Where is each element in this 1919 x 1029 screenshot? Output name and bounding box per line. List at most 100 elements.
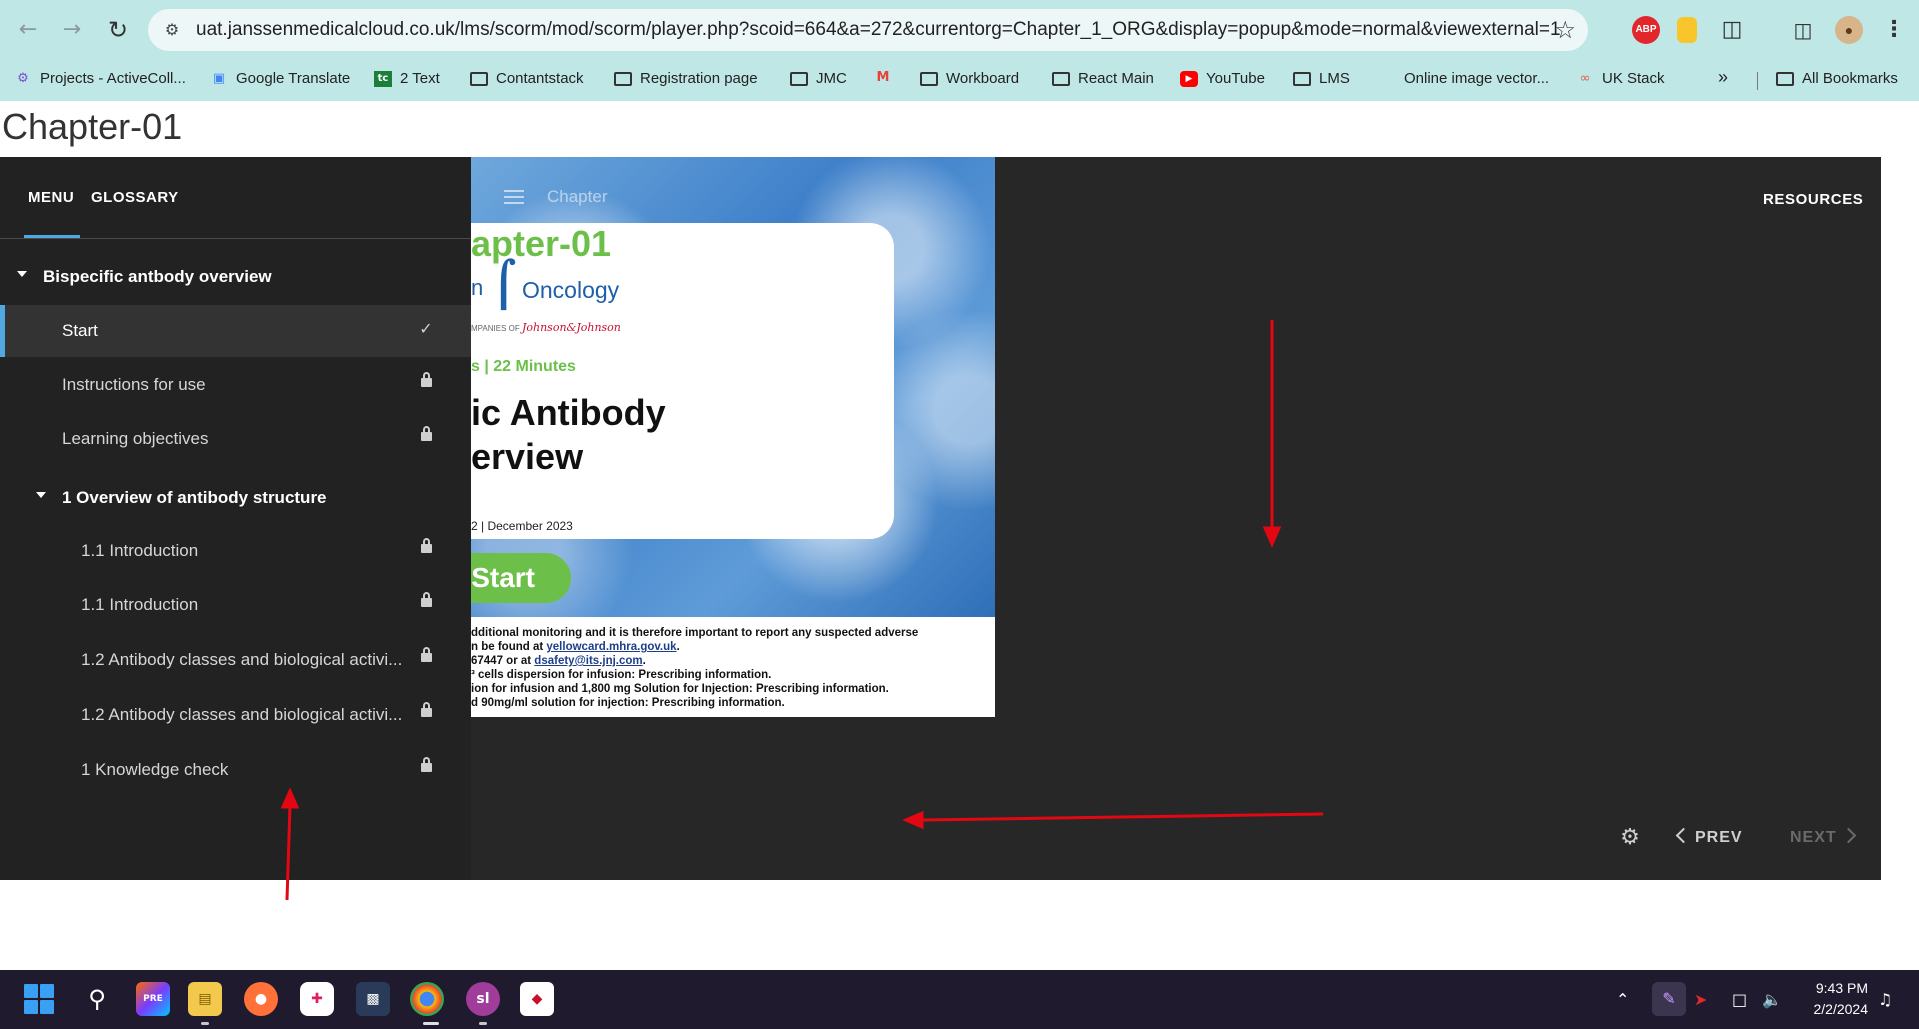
footer-line: n be found at yellowcard.mhra.gov.uk. xyxy=(471,641,680,653)
slide-header-label: Chapter xyxy=(547,187,608,206)
copilot-icon[interactable]: PRE xyxy=(136,982,170,1016)
tray-app-icon[interactable]: ➤ xyxy=(1694,990,1707,1009)
folder-icon xyxy=(790,71,808,86)
chevron-left-icon xyxy=(1675,827,1692,844)
address-bar[interactable]: ⚙ uat.janssenmedicalcloud.co.uk/lms/scor… xyxy=(148,9,1588,51)
search-icon[interactable]: ⚲ xyxy=(80,982,114,1016)
folder-icon xyxy=(614,71,632,86)
bookmark-2-text[interactable]: tc 2 Text xyxy=(374,70,440,87)
bookmark-youtube[interactable]: ▶ YouTube xyxy=(1180,70,1265,87)
notes-extension-icon[interactable] xyxy=(1677,17,1697,43)
caret-down-icon xyxy=(17,271,27,277)
windows-start-icon[interactable] xyxy=(24,984,54,1014)
scorm-player: MENU GLOSSARY Bispecific antbody overvie… xyxy=(0,157,1881,880)
tab-menu[interactable]: MENU xyxy=(28,189,74,206)
menu-item-label: Start xyxy=(62,321,98,340)
lock-icon xyxy=(421,592,432,607)
menu-subitem-1-1[interactable]: 1.1 Introduction xyxy=(0,525,471,577)
site-settings-icon[interactable]: ⚙ xyxy=(160,18,184,42)
bookmark-uk-stack[interactable]: ∞ UK Stack xyxy=(1576,70,1665,87)
slack-icon[interactable]: ✚ xyxy=(300,982,334,1016)
prev-button[interactable]: PREV xyxy=(1675,827,1743,847)
notification-bell-icon[interactable]: ♫ xyxy=(1878,990,1892,1009)
yellowcard-link[interactable]: yellowcard.mhra.gov.uk xyxy=(546,641,676,653)
janssen-logo-icon: ⌠ xyxy=(491,259,517,310)
forward-arrow-icon[interactable]: → xyxy=(56,14,88,46)
tab-glossary[interactable]: GLOSSARY xyxy=(91,189,179,206)
volume-icon[interactable]: 🔈 xyxy=(1762,990,1782,1009)
menu-item-label: Learning objectives xyxy=(62,429,209,448)
remote-desktop-icon[interactable]: ▩ xyxy=(356,982,390,1016)
youtube-icon: ▶ xyxy=(1180,70,1198,87)
stack-icon: ∞ xyxy=(1579,70,1591,86)
adblock-extension-icon[interactable]: ABP xyxy=(1632,16,1660,44)
extensions-puzzle-icon[interactable]: ◫ xyxy=(1718,16,1746,44)
bookmark-all-bookmarks[interactable]: All Bookmarks xyxy=(1776,70,1898,87)
bookmark-google-translate[interactable]: ▣ Google Translate xyxy=(210,70,350,87)
lock-icon xyxy=(421,426,432,441)
network-icon[interactable]: □ xyxy=(1732,990,1747,1009)
bookmark-registration-page[interactable]: Registration page xyxy=(614,70,758,87)
bookmark-lms[interactable]: LMS xyxy=(1293,70,1350,87)
menu-section-header[interactable]: Bispecific antbody overview xyxy=(0,251,471,303)
menu-subsection-header[interactable]: 1 Overview of antibody structure xyxy=(0,472,471,524)
firefox-icon[interactable]: ● xyxy=(244,982,278,1016)
logo-partial-text: n xyxy=(471,275,484,300)
lock-icon xyxy=(421,757,432,772)
bookmark-contantstack[interactable]: Contantstack xyxy=(470,70,584,87)
resources-button[interactable]: RESOURCES xyxy=(1763,191,1863,208)
slide-footer-disclaimer: dditional monitoring and it is therefore… xyxy=(471,619,995,717)
clock-date[interactable]: 2/2/2024 xyxy=(1796,1001,1869,1017)
url-text[interactable]: uat.janssenmedicalcloud.co.uk/lms/scorm/… xyxy=(196,19,1561,41)
profile-avatar[interactable]: ● xyxy=(1835,16,1863,44)
clock-time[interactable]: 9:43 PM xyxy=(1808,980,1868,996)
tc-icon: tc xyxy=(374,70,392,87)
chrome-icon[interactable] xyxy=(410,982,444,1016)
bookmark-projects[interactable]: ⚙ Projects - ActiveColl... xyxy=(14,70,186,87)
lock-icon xyxy=(421,538,432,553)
tray-overflow-icon[interactable]: ⌃ xyxy=(1616,990,1629,1009)
menu-item-start[interactable]: Start ✓ xyxy=(0,305,471,357)
menu-item-label: 1.1 Introduction xyxy=(81,541,199,560)
bookmark-online-image-vector[interactable]: Online image vector... xyxy=(1404,70,1549,87)
bookmark-react-main[interactable]: React Main xyxy=(1052,70,1154,87)
menu-item-label: Instructions for use xyxy=(62,375,206,394)
bookmark-gmail[interactable]: M xyxy=(874,70,892,86)
bookmarks-bar: ⚙ Projects - ActiveColl... ▣ Google Transl… xyxy=(0,60,1919,101)
footer-line: dditional monitoring and it is therefore… xyxy=(471,627,919,639)
slack-workspace-icon[interactable]: sl xyxy=(466,982,500,1016)
footer-line: d 90mg/ml solution for injection: Prescr… xyxy=(471,697,785,709)
bookmark-star-icon[interactable]: ☆ xyxy=(1554,16,1576,44)
bookmarks-overflow-icon[interactable]: » xyxy=(1718,67,1728,88)
more-menu-icon[interactable]: ⋮ xyxy=(1880,16,1908,44)
settings-gear-icon[interactable]: ⚙ xyxy=(1619,827,1641,849)
companies-tagline: MPANIES OF Johnson&Johnson xyxy=(471,321,621,334)
side-panel-icon[interactable]: ◫ xyxy=(1789,16,1817,44)
running-indicator xyxy=(423,1022,439,1025)
anydesk-icon[interactable]: ◆ xyxy=(520,982,554,1016)
dsafety-email-link[interactable]: dsafety@its.jnj.com xyxy=(534,655,642,667)
folder-icon xyxy=(1052,71,1070,86)
gmail-icon: M xyxy=(876,70,890,85)
running-indicator xyxy=(479,1022,487,1025)
menu-subitem-1-2[interactable]: 1.2 Antibody classes and biological acti… xyxy=(0,634,471,686)
next-button[interactable]: NEXT xyxy=(1790,827,1856,847)
menu-item-instructions[interactable]: Instructions for use xyxy=(0,359,471,411)
bookmark-workboard[interactable]: Workboard xyxy=(920,70,1019,87)
menu-item-label: 1.2 Antibody classes and biological acti… xyxy=(81,650,403,669)
chevron-right-icon xyxy=(1840,827,1856,844)
back-arrow-icon[interactable]: ← xyxy=(12,14,44,46)
bookmark-jmc[interactable]: JMC xyxy=(790,70,847,87)
menu-subitem-1-2-b[interactable]: 1.2 Antibody classes and biological acti… xyxy=(0,689,471,741)
slide-canvas: Chapter apter-01 n ⌠ Oncology MPANIES OF… xyxy=(471,157,995,717)
pen-app-icon[interactable]: ✎ xyxy=(1652,982,1686,1016)
menu-subitem-1-1-b[interactable]: 1.1 Introduction xyxy=(0,579,471,631)
file-explorer-icon[interactable]: ▤ xyxy=(188,982,222,1016)
menu-subitem-knowledge-check[interactable]: 1 Knowledge check xyxy=(0,744,471,796)
module-date: 2 | December 2023 xyxy=(471,519,573,533)
translate-icon: ▣ xyxy=(212,70,226,86)
reload-icon[interactable]: ↻ xyxy=(102,14,134,46)
menu-item-learning-objectives[interactable]: Learning objectives xyxy=(0,413,471,465)
start-button[interactable]: Start xyxy=(471,553,571,603)
hamburger-menu-icon[interactable] xyxy=(504,190,524,204)
